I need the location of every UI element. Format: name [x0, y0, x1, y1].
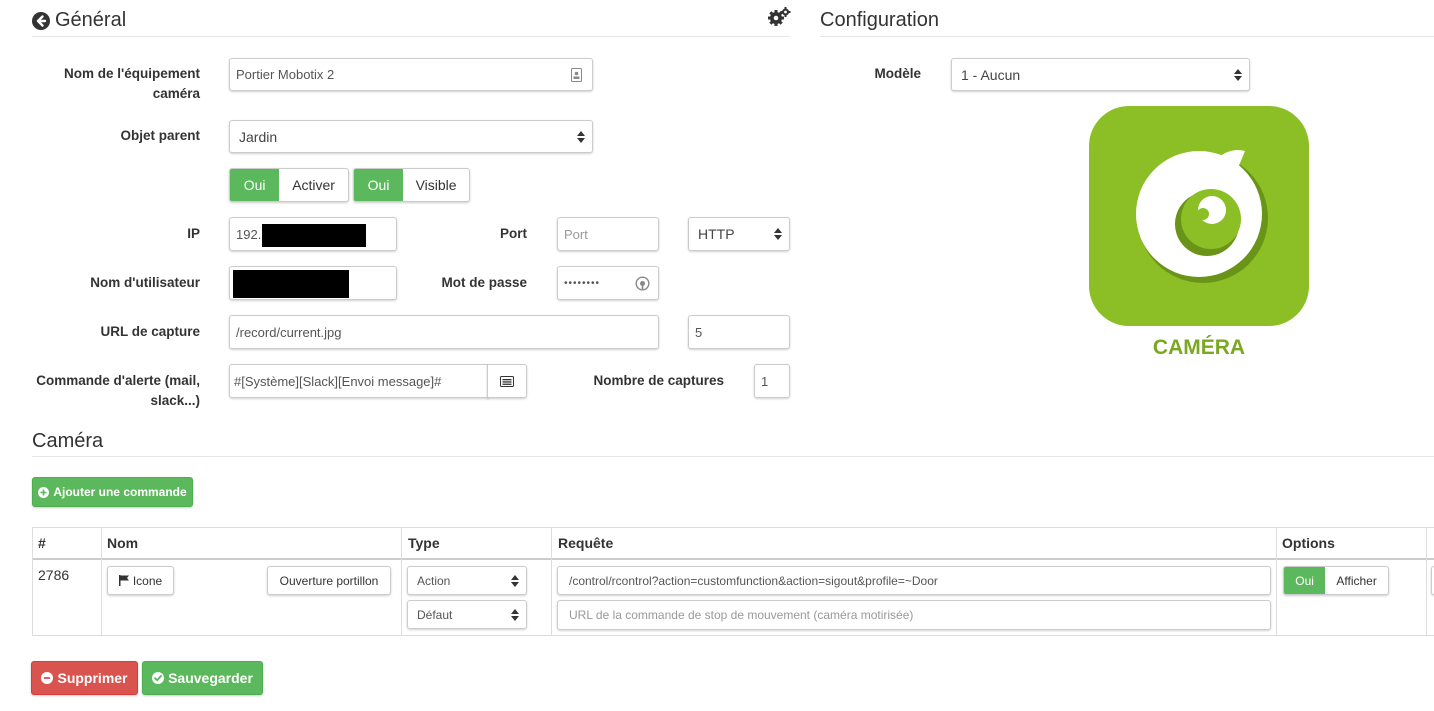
protocol-select[interactable]: HTTP: [688, 217, 790, 251]
command-type-value: Action: [417, 573, 451, 588]
list-alt-icon: [500, 375, 514, 387]
password-value: ••••••••: [564, 277, 601, 289]
capture-url-input[interactable]: /record/current.jpg: [229, 315, 659, 349]
command-icon-label: Icone: [132, 573, 163, 588]
delete-button[interactable]: Supprimer: [31, 661, 138, 695]
equipment-name-value: Portier Mobotix 2: [236, 67, 335, 82]
select-arrows-icon: [511, 608, 519, 621]
back-icon[interactable]: [32, 12, 50, 30]
protocol-value: HTTP: [698, 226, 735, 242]
command-stop-input[interactable]: URL de la commande de stop de mouvement …: [557, 600, 1271, 630]
flag-icon: [118, 575, 129, 586]
parent-object-value: Jardin: [239, 128, 278, 145]
activate-on[interactable]: Oui: [230, 169, 280, 201]
command-display-label[interactable]: Afficher: [1325, 567, 1388, 594]
equipment-name-input[interactable]: Portier Mobotix 2: [229, 58, 593, 91]
add-command-button[interactable]: Ajouter une commande: [32, 477, 193, 507]
equipment-name-label: Nom de l'équipement caméra: [64, 66, 200, 101]
captures-count-input[interactable]: 1: [754, 364, 790, 398]
select-arrows-icon: [511, 574, 519, 587]
col-header-id: #: [38, 535, 46, 551]
password-label: Mot de passe: [441, 275, 527, 290]
port-label: Port: [500, 226, 527, 241]
col-header-name: Nom: [107, 535, 139, 551]
select-arrows-icon: [577, 130, 585, 143]
model-select[interactable]: 1 - Aucun: [951, 58, 1250, 91]
check-circle-icon: [152, 672, 165, 684]
password-reveal-icon[interactable]: [635, 276, 650, 294]
camera-title: Caméra: [32, 430, 104, 452]
logo-caption: CAMÉRA: [1152, 336, 1246, 359]
minus-circle-icon: [41, 672, 54, 684]
general-title: Général: [55, 9, 127, 31]
ip-redaction: [262, 224, 366, 247]
alert-command-label: Commande d'alerte (mail, slack...): [36, 373, 200, 408]
command-icon-button[interactable]: Icone: [107, 566, 174, 595]
capture-url-value: /record/current.jpg: [236, 324, 342, 340]
alert-command-input[interactable]: #[Système][Slack][Envoi message]#: [229, 364, 489, 398]
capture-refresh-value: 5: [695, 324, 703, 340]
ip-label: IP: [187, 226, 200, 241]
col-header-type: Type: [408, 535, 440, 551]
alert-command-picker-button[interactable]: [487, 364, 527, 398]
capture-url-label: URL de capture: [100, 324, 200, 339]
parent-object-select[interactable]: Jardin: [229, 120, 593, 153]
command-name-field[interactable]: Ouverture portillon: [267, 566, 391, 595]
delete-label: Supprimer: [57, 670, 128, 686]
select-arrows-icon: [774, 228, 782, 240]
plus-circle-icon: [38, 486, 50, 498]
visible-toggle[interactable]: Oui Visible: [353, 168, 470, 202]
port-placeholder: Port: [564, 226, 588, 242]
col-header-request: Requête: [558, 535, 614, 551]
command-subtype-value: Défaut: [417, 607, 453, 622]
command-id: 2786: [38, 567, 70, 583]
activate-toggle[interactable]: Oui Activer: [229, 168, 349, 202]
captures-count-label: Nombre de captures: [593, 373, 724, 388]
save-button[interactable]: Sauvegarder: [142, 661, 263, 695]
command-stop-placeholder: URL de la commande de stop de mouvement …: [569, 608, 914, 622]
command-display-toggle[interactable]: Oui Afficher: [1283, 566, 1389, 595]
command-request-value: /control/rcontrol?action=customfunction&…: [569, 573, 938, 588]
select-arrows-icon: [1234, 68, 1242, 81]
model-value: 1 - Aucun: [961, 66, 1021, 83]
capture-refresh-input[interactable]: 5: [688, 315, 790, 349]
command-request-input[interactable]: /control/rcontrol?action=customfunction&…: [557, 566, 1271, 595]
port-input[interactable]: Port: [557, 217, 659, 251]
contact-card-icon: [571, 68, 582, 85]
command-display-on[interactable]: Oui: [1284, 567, 1326, 594]
command-type-select[interactable]: Action: [407, 566, 527, 595]
visible-on[interactable]: Oui: [354, 169, 404, 201]
gears-icon[interactable]: [767, 6, 791, 28]
add-command-label: Ajouter une commande: [53, 485, 187, 499]
save-label: Sauvegarder: [168, 670, 253, 686]
parent-object-label: Objet parent: [120, 128, 200, 143]
username-redaction: [233, 270, 349, 298]
command-subtype-select[interactable]: Défaut: [407, 600, 527, 629]
visible-label[interactable]: Visible: [403, 169, 469, 201]
password-input[interactable]: ••••••••: [557, 266, 659, 300]
configuration-title: Configuration: [820, 9, 939, 31]
activate-label[interactable]: Activer: [279, 169, 348, 201]
col-header-options: Options: [1282, 535, 1335, 551]
alert-command-value: #[Système][Slack][Envoi message]#: [234, 373, 442, 389]
model-label: Modèle: [874, 66, 921, 81]
camera-plugin-logo-icon: [1089, 106, 1309, 326]
username-label: Nom d'utilisateur: [90, 275, 200, 290]
captures-count-value: 1: [761, 373, 769, 389]
command-name-value: Ouverture portillon: [279, 573, 379, 588]
